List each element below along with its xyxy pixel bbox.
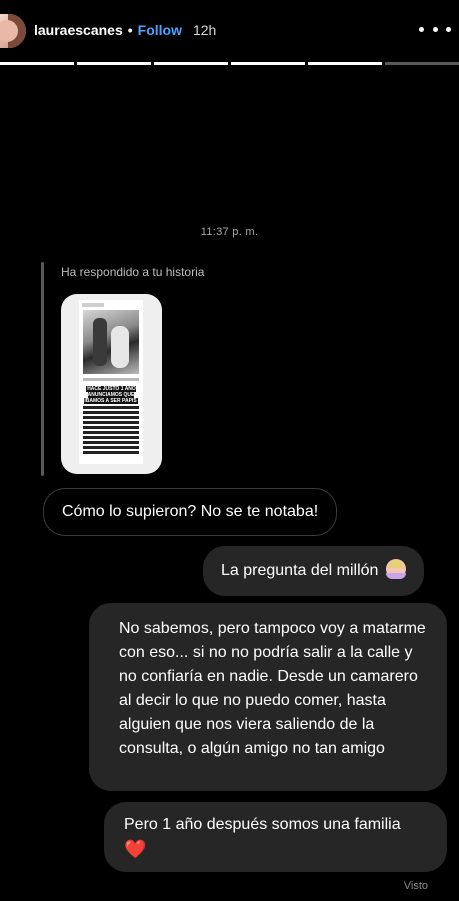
story-thumbnail[interactable]: HACE JUSTO 1 AÑO ANUNCIAMOS QUE ÍBAMOS A… — [61, 294, 162, 474]
seen-status: Visto — [403, 880, 428, 892]
menu-dot — [446, 26, 451, 32]
message-text: Cómo lo supieron? No se te notaba! — [62, 503, 319, 520]
text-line — [83, 446, 139, 449]
progress-segment — [77, 62, 151, 65]
progress-segment — [308, 62, 382, 65]
message-bubble-outgoing[interactable]: Pero 1 año después somos una familia ❤️ — [104, 802, 447, 872]
message-timestamp: 11:37 p. m. — [200, 226, 259, 238]
progress-segment — [0, 62, 74, 65]
text-line — [83, 426, 139, 429]
message-bubble-outgoing[interactable]: No sabemos, pero tampoco voy a matarme c… — [89, 603, 447, 791]
username[interactable]: lauraescanes — [34, 22, 123, 38]
more-options-icon[interactable] — [419, 18, 451, 40]
text-line — [83, 451, 139, 454]
story-caption-line — [83, 378, 139, 381]
message-text: La pregunta del millón — [221, 562, 379, 579]
menu-dot — [432, 26, 438, 32]
message-bubble-outgoing[interactable]: La pregunta del millón — [203, 546, 424, 596]
heart-emoji: ❤️ — [124, 839, 147, 859]
photo-person — [111, 326, 129, 368]
message-text: No sabemos, pero tampoco voy a matarme c… — [119, 620, 426, 757]
story-preview: HACE JUSTO 1 AÑO ANUNCIAMOS QUE ÍBAMOS A… — [79, 300, 143, 464]
reply-label: Ha respondido a tu historia — [61, 265, 205, 279]
separator-dot: • — [127, 22, 133, 38]
story-text-lines — [83, 406, 139, 456]
progress-segment — [385, 62, 459, 65]
message-text: Pero 1 año después somos una familia — [124, 816, 401, 833]
text-line — [83, 431, 139, 434]
post-time: 12h — [192, 22, 217, 38]
text-line — [83, 416, 139, 419]
text-line — [83, 411, 139, 414]
photo-person — [93, 318, 107, 366]
follow-button[interactable]: Follow — [138, 22, 182, 38]
text-line — [83, 421, 139, 424]
story-header: lauraescanes • Follow 12h — [0, 0, 459, 75]
person-shrugging-emoji — [385, 559, 406, 579]
story-photo — [83, 310, 139, 374]
user-row: lauraescanes • Follow 12h — [34, 22, 216, 38]
avatar[interactable] — [0, 14, 26, 48]
message-bubble-incoming[interactable]: Cómo lo supieron? No se te notaba! — [43, 488, 338, 536]
story-headline-text: HACE JUSTO 1 AÑO ANUNCIAMOS QUE ÍBAMOS A… — [84, 386, 138, 404]
progress-segment — [231, 62, 305, 65]
text-line — [83, 436, 139, 439]
text-line — [83, 406, 139, 409]
menu-dot — [419, 26, 424, 32]
story-progress-bar — [0, 62, 459, 65]
story-headline: HACE JUSTO 1 AÑO ANUNCIAMOS QUE ÍBAMOS A… — [81, 386, 141, 404]
progress-segment — [154, 62, 228, 65]
text-line — [83, 441, 139, 444]
reply-indicator-line — [41, 262, 44, 476]
story-preview-header — [82, 303, 104, 307]
